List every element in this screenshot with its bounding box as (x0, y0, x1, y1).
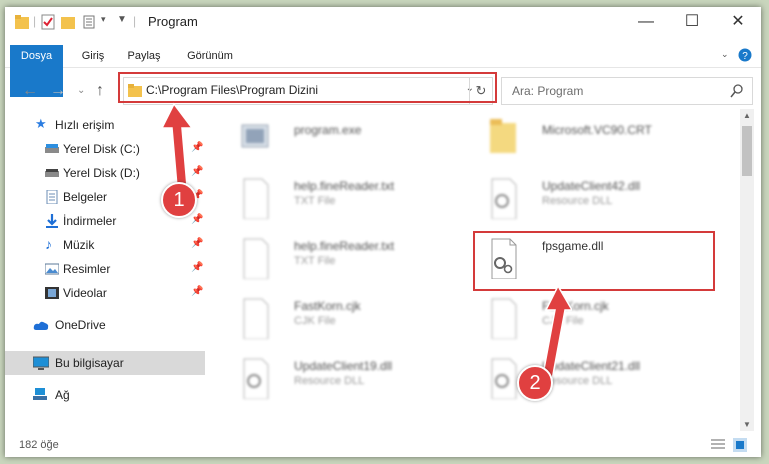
separator: | (133, 14, 137, 28)
expand-ribbon-icon[interactable]: ⌄ (721, 49, 729, 60)
documents-icon (46, 190, 58, 204)
large-icons-view-icon[interactable] (733, 438, 747, 452)
file-item[interactable]: UpdateClient19.dll Resource DLL (228, 353, 458, 405)
folder-icon (15, 15, 29, 29)
star-icon: ★ (35, 116, 47, 131)
search-input[interactable]: Ara: Program (501, 77, 753, 105)
new-folder-icon[interactable] (61, 14, 75, 30)
network-icon (33, 388, 47, 400)
nav-item-pictures[interactable]: Resimler 📌 (5, 257, 205, 281)
qa-dropdown-icon[interactable]: ▼ (117, 14, 127, 30)
music-icon: ♪ (45, 236, 52, 252)
maximize-button[interactable]: ☐ (669, 7, 715, 37)
step-badge-2: 2 (517, 365, 553, 401)
recent-locations-icon[interactable]: ⌄ (77, 85, 85, 96)
search-icon[interactable] (730, 84, 744, 98)
item-count: 182 öğe (19, 439, 59, 451)
ribbon: Dosya Giriş Paylaş Görünüm ⌄ ? (5, 45, 761, 97)
nav-item-this-pc[interactable]: Bu bilgisayar (5, 351, 205, 375)
drive-icon (45, 144, 59, 153)
help-icon[interactable]: ? (738, 48, 752, 62)
dll-file-icon (491, 358, 517, 399)
file-item[interactable]: UpdateClient21.dll Resource DLL (476, 353, 706, 405)
scrollbar-thumb[interactable] (742, 126, 752, 176)
search-placeholder: Ara: Program (512, 84, 584, 98)
details-view-icon[interactable] (711, 439, 725, 451)
nav-item-music[interactable]: ♪ Müzik 📌 (5, 233, 205, 257)
up-icon[interactable]: ↑ (96, 82, 104, 100)
text-file-icon (243, 178, 269, 219)
file-item[interactable]: program.exe (228, 113, 458, 165)
tab-share[interactable]: Paylaş (121, 45, 167, 67)
pin-icon[interactable]: 📌 (191, 238, 203, 249)
nav-item-network[interactable]: Ağ (5, 383, 205, 407)
nav-item-onedrive[interactable]: OneDrive (5, 313, 205, 337)
file-item[interactable]: UpdateClient42.dll Resource DLL (476, 173, 706, 225)
window-title: Program (148, 14, 198, 29)
text-file-icon (243, 238, 269, 279)
forward-icon[interactable]: → (50, 82, 66, 100)
minimize-button[interactable]: — (623, 7, 669, 37)
file-item[interactable]: help.fineReader.txt TXT File (228, 173, 458, 225)
close-button[interactable]: ✕ (715, 7, 761, 37)
customize-icon[interactable] (83, 14, 99, 30)
videos-icon (45, 287, 59, 299)
svg-text:?: ? (742, 51, 748, 62)
nav-item-videos[interactable]: Videolar 📌 (5, 281, 205, 305)
chevron-down-icon[interactable]: ▾ (101, 14, 106, 30)
title-bar: | ▾ ▼ | Program — ☐ ✕ (5, 7, 761, 37)
pin-icon[interactable]: 📌 (191, 262, 203, 273)
step-badge-1: 1 (161, 182, 197, 218)
folder-icon (490, 119, 516, 153)
dll-file-icon (491, 178, 517, 219)
separator: | (33, 14, 37, 28)
cloud-icon (33, 321, 49, 330)
properties-icon[interactable] (41, 14, 55, 30)
download-icon (46, 214, 58, 228)
generic-file-icon (491, 298, 517, 339)
pictures-icon (45, 263, 59, 275)
file-highlight (473, 231, 715, 291)
vertical-scrollbar[interactable]: ▲ ▼ (740, 109, 754, 431)
exe-file-icon (241, 124, 269, 148)
file-item[interactable]: Microsoft.VC90.CRT (476, 113, 706, 165)
computer-icon (33, 356, 49, 370)
pin-icon[interactable]: 📌 (191, 286, 203, 297)
back-icon[interactable]: ← (22, 82, 38, 100)
tab-home[interactable]: Giriş (73, 45, 113, 67)
scroll-up-icon[interactable]: ▲ (743, 111, 751, 120)
scroll-down-icon[interactable]: ▼ (743, 420, 751, 429)
file-item[interactable]: help.fineReader.txt TXT File (228, 233, 458, 285)
generic-file-icon (243, 298, 269, 339)
file-item[interactable]: FastKorn.cjk CJK File (476, 293, 706, 345)
status-bar: 182 öğe (5, 433, 761, 457)
pin-icon[interactable]: 📌 (191, 214, 203, 225)
drive-icon (45, 169, 59, 177)
tab-view[interactable]: Görünüm (177, 45, 243, 67)
dll-file-icon (243, 358, 269, 399)
file-item[interactable]: FastKorn.cjk CJK File (228, 293, 458, 345)
